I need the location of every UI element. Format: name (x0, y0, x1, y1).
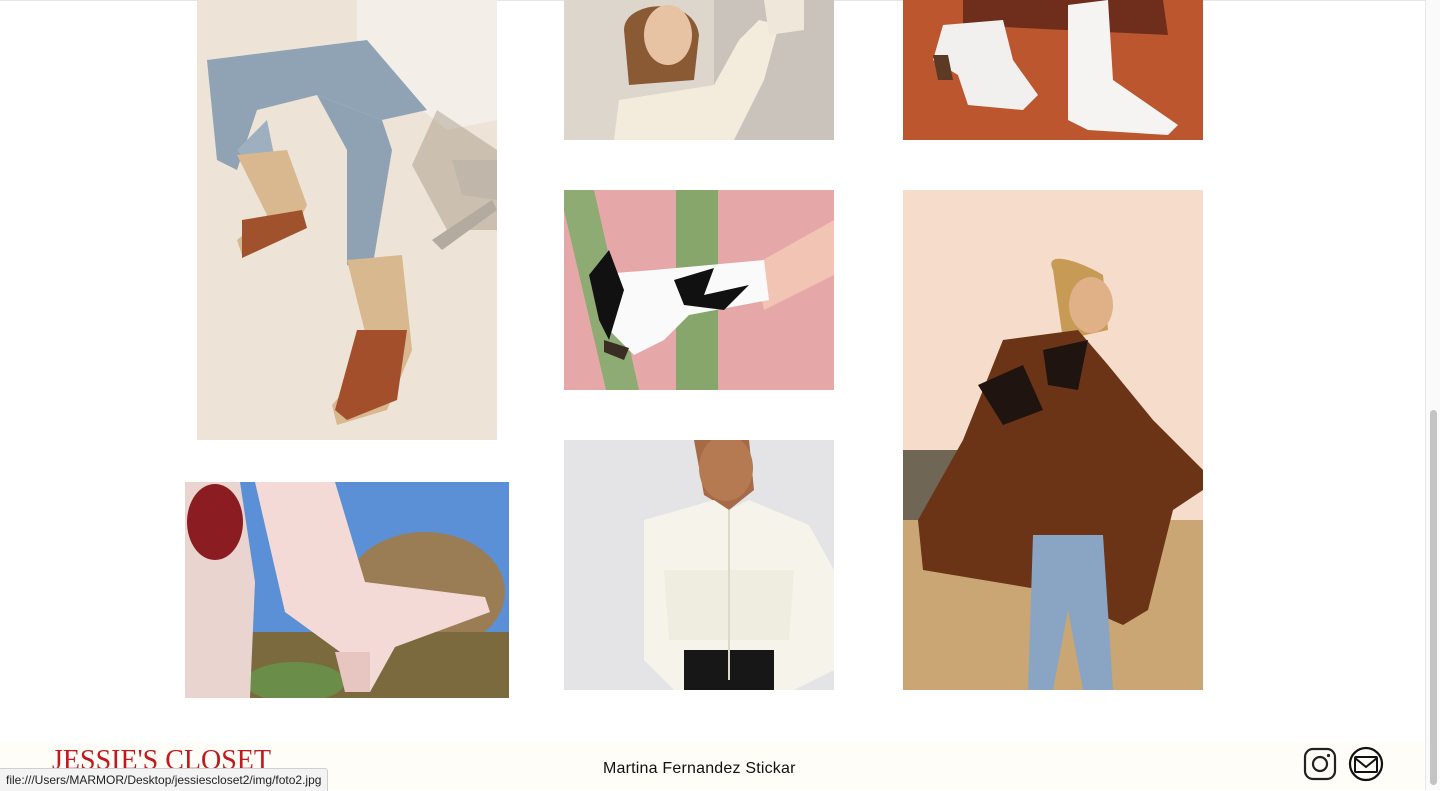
brand-logo[interactable]: JESSIE'S CLOSET (52, 743, 271, 769)
gallery-photo-pink-boot[interactable] (185, 482, 509, 698)
photo-illustration (903, 0, 1203, 140)
gallery-photo-black-white-boot[interactable] (564, 190, 834, 390)
gallery-photo-fringe-jacket[interactable] (903, 190, 1203, 690)
gallery-photo-white-boots[interactable] (903, 0, 1203, 140)
photo-illustration (564, 0, 834, 140)
gallery-photo-cream-blouse[interactable] (564, 0, 834, 140)
mail-icon[interactable] (1348, 746, 1384, 782)
vertical-scrollbar[interactable] (1425, 0, 1440, 790)
photo-illustration (903, 190, 1203, 690)
photo-illustration (564, 440, 834, 690)
page: JESSIE'S CLOSET Martina Fernandez Sticka… (0, 0, 1425, 791)
gallery-photo-fringe-shirt[interactable] (564, 440, 834, 690)
logo-text: JESSIE'S CLOSET (52, 745, 271, 769)
status-bar-url: file:///Users/MARMOR/Desktop/jessiesclos… (0, 768, 329, 791)
photo-illustration (197, 0, 497, 440)
footer-author: Martina Fernandez Stickar (603, 760, 796, 777)
instagram-icon[interactable] (1303, 746, 1339, 782)
gallery-photo-boots-jeans[interactable] (197, 0, 497, 440)
photo-illustration (185, 482, 509, 698)
scrollbar-thumb[interactable] (1430, 410, 1437, 785)
photo-illustration (564, 190, 834, 390)
